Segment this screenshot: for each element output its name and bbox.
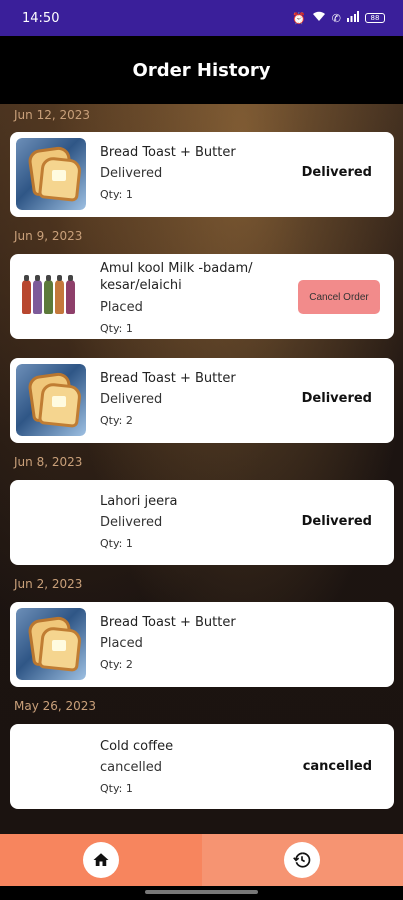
gesture-home-bar[interactable]	[145, 890, 258, 894]
order-date: May 26, 2023	[14, 699, 97, 713]
call-icon: ✆	[331, 11, 341, 25]
product-image-milk-bottles	[16, 260, 86, 332]
home-button[interactable]	[82, 842, 119, 878]
status-bar: 14:50 ⏰ ✆ 88	[0, 0, 403, 36]
order-card[interactable]: Amul kool Milk -badam/ kesar/elaichi Pla…	[10, 254, 394, 339]
status-icons: ⏰ ✆ 88	[292, 11, 385, 25]
order-date: Jun 2, 2023	[14, 577, 83, 591]
home-icon	[93, 853, 109, 866]
order-status: Delivered	[100, 515, 163, 530]
delivery-status-label: Delivered	[301, 391, 372, 406]
order-qty: Qty: 1	[100, 782, 133, 795]
order-qty: Qty: 1	[100, 188, 133, 201]
order-card[interactable]: Bread Toast + Butter Placed Qty: 2	[10, 602, 394, 687]
order-status: Delivered	[100, 166, 163, 181]
battery-level: 88	[370, 13, 380, 22]
order-card[interactable]: Cold coffee cancelled Qty: 1 cancelled	[10, 724, 394, 809]
page-title: Order History	[132, 59, 271, 81]
status-time: 14:50	[22, 10, 60, 26]
order-date: Jun 12, 2023	[14, 108, 91, 122]
order-history-list[interactable]: Jun 12, 2023 Bread Toast + Butter Delive…	[0, 104, 403, 834]
delivery-status-label: cancelled	[302, 759, 372, 774]
nav-tab-history[interactable]	[201, 834, 403, 886]
order-qty: Qty: 2	[100, 658, 133, 671]
item-name: Cold coffee	[100, 739, 174, 754]
item-name: Bread Toast + Butter	[100, 371, 236, 386]
delivery-status-label: Delivered	[301, 165, 372, 180]
order-status: Placed	[100, 636, 143, 651]
order-qty: Qty: 1	[100, 537, 133, 550]
delivery-status-label: Delivered	[301, 514, 372, 529]
order-card[interactable]: Bread Toast + Butter Delivered Qty: 1 De…	[10, 132, 394, 217]
item-name: Bread Toast + Butter	[100, 145, 236, 160]
cancel-order-button[interactable]: Cancel Order	[298, 280, 380, 314]
order-status: Delivered	[100, 392, 163, 407]
battery-icon: 88	[365, 13, 385, 23]
order-card[interactable]: Bread Toast + Butter Delivered Qty: 2 De…	[10, 358, 394, 443]
alarm-icon: ⏰	[292, 11, 306, 25]
bottom-navigation	[0, 834, 403, 886]
item-name: Bread Toast + Butter	[100, 615, 236, 630]
product-image-bread-toast	[16, 364, 86, 436]
order-status: Placed	[100, 300, 143, 315]
order-card[interactable]: Lahori jeera Delivered Qty: 1 Delivered	[10, 480, 394, 565]
product-image-bread-toast	[16, 138, 86, 210]
signal-icon	[347, 11, 359, 25]
order-date: Jun 9, 2023	[14, 229, 83, 243]
history-button[interactable]	[284, 842, 321, 878]
app-bar: Order History	[0, 36, 403, 104]
item-name: Lahori jeera	[100, 494, 178, 509]
product-image-bread-toast	[16, 608, 86, 680]
wifi-icon	[312, 11, 326, 25]
order-date: Jun 8, 2023	[14, 455, 83, 469]
order-qty: Qty: 2	[100, 414, 133, 427]
nav-tab-home[interactable]	[0, 834, 202, 886]
history-icon	[293, 852, 311, 868]
order-status: cancelled	[100, 760, 162, 775]
order-qty: Qty: 1	[100, 322, 133, 335]
item-name: Amul kool Milk -badam/ kesar/elaichi	[100, 261, 253, 293]
